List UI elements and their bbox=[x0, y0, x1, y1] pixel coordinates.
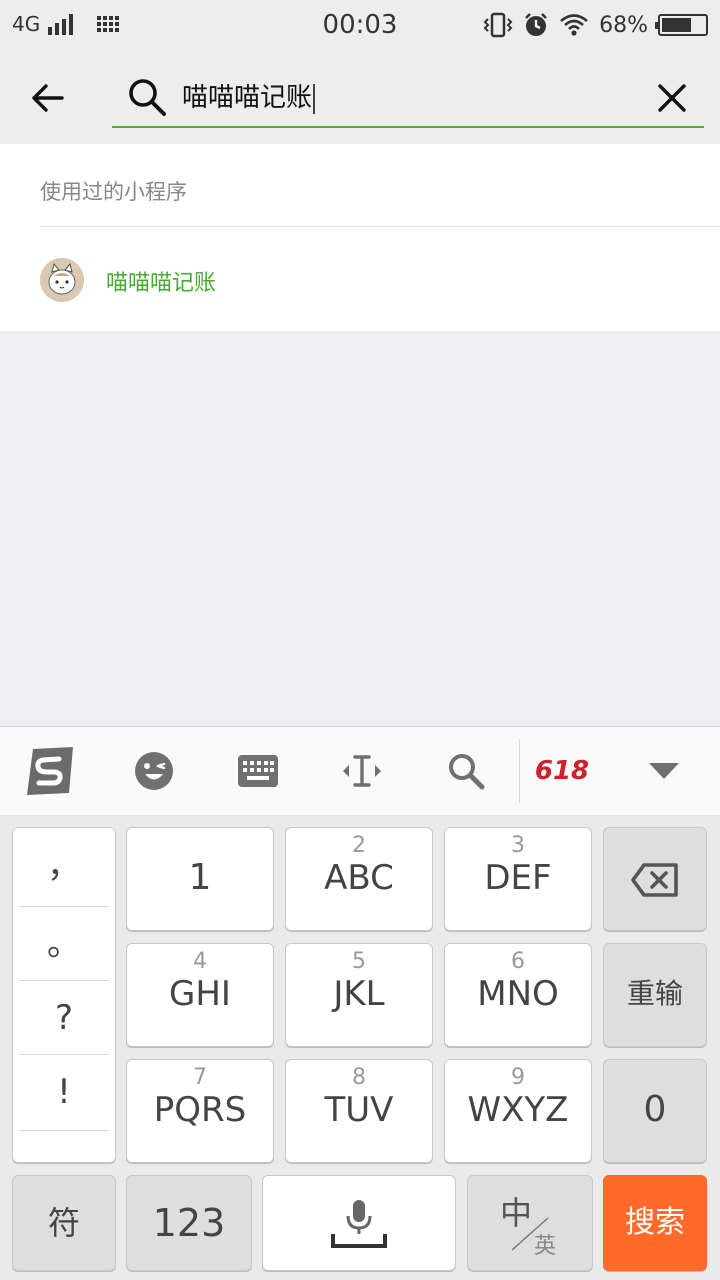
search-input[interactable]: 喵喵喵记账 bbox=[182, 80, 316, 116]
promo-label: 618 bbox=[534, 756, 590, 786]
key-label: 符 bbox=[47, 1204, 80, 1242]
key-1[interactable]: 1 bbox=[126, 827, 274, 931]
key-8-tuv[interactable]: 8 TUV bbox=[285, 1059, 433, 1163]
clear-icon[interactable] bbox=[652, 78, 692, 118]
search-icon bbox=[129, 79, 166, 116]
backspace-icon bbox=[631, 863, 678, 897]
punctuation-column: ， 。 ? ! bbox=[12, 827, 116, 1163]
key-letters: WXYZ bbox=[467, 1090, 569, 1130]
key-number: 7 bbox=[193, 1065, 207, 1090]
key-0[interactable]: 0 bbox=[603, 1059, 707, 1163]
key-label: 1 bbox=[188, 857, 212, 898]
microphone-icon bbox=[331, 1200, 387, 1248]
search-input-underline bbox=[112, 126, 704, 128]
search-query-text: 喵喵喵记账 bbox=[182, 83, 313, 113]
key-7-pqrs[interactable]: 7 PQRS bbox=[126, 1059, 274, 1163]
key-number: 3 bbox=[511, 833, 525, 858]
key-label: 123 bbox=[152, 1201, 226, 1245]
keyboard-toolbar: 618 bbox=[0, 727, 720, 815]
key-letters: ABC bbox=[324, 858, 394, 898]
cursor-move-icon[interactable] bbox=[334, 743, 390, 799]
key-2-abc[interactable]: 2 ABC bbox=[285, 827, 433, 931]
key-number: 9 bbox=[511, 1065, 525, 1090]
divider bbox=[19, 1130, 109, 1131]
status-bar: 4G 00:03 68% bbox=[0, 0, 720, 52]
battery-fill bbox=[662, 18, 691, 32]
key-letters: MNO bbox=[477, 974, 559, 1014]
key-label: 重输 bbox=[626, 977, 683, 1010]
sogou-logo-icon[interactable] bbox=[22, 743, 78, 799]
wifi-icon bbox=[560, 14, 588, 36]
toolbar-divider bbox=[519, 739, 520, 803]
keyboard-icon[interactable] bbox=[230, 743, 286, 799]
section-title: 使用过的小程序 bbox=[40, 180, 187, 204]
key-3-def[interactable]: 3 DEF bbox=[444, 827, 592, 931]
result-name: 喵喵喵记账 bbox=[106, 271, 217, 296]
battery-icon bbox=[655, 14, 708, 36]
battery-percent: 68% bbox=[599, 12, 648, 38]
key-6-mno[interactable]: 6 MNO bbox=[444, 943, 592, 1047]
list-item[interactable]: 喵喵喵记账 bbox=[0, 227, 720, 331]
backspace-key[interactable] bbox=[603, 827, 707, 931]
618-promo-icon[interactable]: 618 bbox=[534, 743, 590, 799]
back-arrow-icon[interactable] bbox=[28, 78, 68, 118]
key-label: 搜索 bbox=[625, 1205, 685, 1240]
reset-key[interactable]: 重输 bbox=[603, 943, 707, 1047]
alarm-icon bbox=[525, 13, 547, 36]
key-number: 8 bbox=[352, 1065, 366, 1090]
key-9-wxyz[interactable]: 9 WXYZ bbox=[444, 1059, 592, 1163]
search-header: 喵喵喵记账 bbox=[0, 52, 720, 144]
punct-period-key[interactable]: 。 bbox=[19, 906, 109, 982]
search-icon[interactable] bbox=[438, 743, 494, 799]
vibrate-icon bbox=[483, 12, 513, 38]
status-right: 68% bbox=[483, 11, 708, 39]
lang-alt-label: 英 bbox=[534, 1234, 557, 1259]
language-switch-key[interactable]: 中 英 bbox=[467, 1175, 593, 1271]
key-letters: DEF bbox=[484, 858, 552, 898]
numbers-key[interactable]: 123 bbox=[126, 1175, 252, 1271]
cat-avatar-icon bbox=[40, 258, 84, 302]
key-label: 0 bbox=[643, 1089, 667, 1130]
symbols-key[interactable]: 符 bbox=[12, 1175, 116, 1271]
key-letters: GHI bbox=[169, 974, 231, 1014]
key-letters: PQRS bbox=[153, 1090, 247, 1130]
text-cursor bbox=[313, 83, 316, 114]
search-results: 使用过的小程序 喵喵喵记账 bbox=[0, 144, 720, 331]
emoji-icon[interactable] bbox=[126, 743, 182, 799]
key-number: 5 bbox=[352, 949, 366, 974]
key-4-ghi[interactable]: 4 GHI bbox=[126, 943, 274, 1047]
ime-keyboard: 618 ， 。 ? ! 1 2 ABC 3 DEF 4 GHI 5 JKL 6 … bbox=[0, 726, 720, 1280]
collapse-triangle-icon[interactable] bbox=[636, 743, 692, 799]
key-letters: JKL bbox=[333, 974, 385, 1014]
punct-question-key[interactable]: ? bbox=[19, 980, 109, 1056]
search-key[interactable]: 搜索 bbox=[603, 1175, 707, 1271]
key-5-jkl[interactable]: 5 JKL bbox=[285, 943, 433, 1047]
key-letters: TUV bbox=[324, 1090, 394, 1130]
space-voice-key[interactable] bbox=[262, 1175, 456, 1271]
punct-comma-key[interactable]: ， bbox=[19, 828, 109, 904]
key-number: 2 bbox=[352, 833, 366, 858]
key-number: 6 bbox=[511, 949, 525, 974]
punct-exclaim-key[interactable]: ! bbox=[19, 1054, 109, 1130]
key-number: 4 bbox=[193, 949, 207, 974]
